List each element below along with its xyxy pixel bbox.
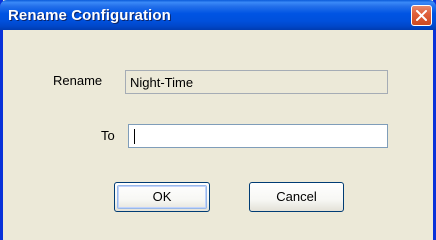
- cancel-button-label: Cancel: [276, 189, 317, 204]
- text-caret: [134, 129, 135, 144]
- rename-label: Rename: [53, 73, 103, 88]
- ok-button[interactable]: OK: [114, 182, 210, 212]
- title-bar[interactable]: Rename Configuration: [0, 0, 436, 30]
- to-input[interactable]: [128, 124, 388, 148]
- close-icon: [416, 10, 427, 21]
- ok-button-label: OK: [152, 189, 172, 204]
- cancel-button[interactable]: Cancel: [249, 182, 344, 212]
- to-label: To: [101, 128, 115, 143]
- rename-value-field: Night-Time: [125, 70, 388, 94]
- close-button[interactable]: [411, 5, 432, 26]
- dialog-title: Rename Configuration: [8, 7, 171, 24]
- rename-configuration-dialog: Rename Configuration Rename Night-Time T…: [0, 0, 436, 240]
